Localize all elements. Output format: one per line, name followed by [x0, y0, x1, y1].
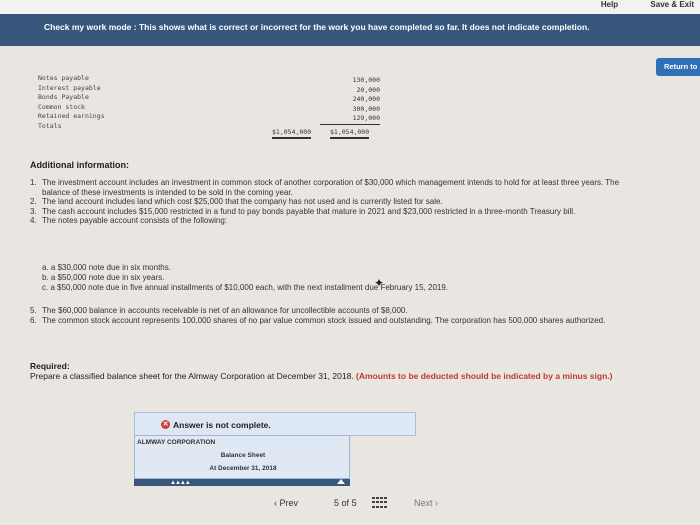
additional-info-title: Additional information: [30, 160, 129, 170]
page-indicator: 5 of 5 [334, 498, 357, 508]
balance-sheet-header: ALMWAY CORPORATION Balance Sheet At Dece… [134, 435, 350, 479]
credit-total: $1,054,000 [330, 128, 370, 139]
amount: 240,000 [352, 95, 380, 103]
grid-icon[interactable] [372, 497, 387, 509]
amount: 130,000 [352, 76, 380, 84]
item-number: 3. [30, 206, 37, 216]
notes-sub-item: a. a $30,000 note due in six months. [42, 263, 171, 272]
banner-text: Check my work mode : This shows what is … [44, 22, 590, 32]
prev-label: Prev [279, 498, 299, 508]
item-text: The land account includes land which cos… [42, 197, 443, 206]
additional-info-list-2: 5. The $60,000 balance in accounts receiv… [28, 306, 648, 325]
account-label: Common stock [38, 102, 85, 111]
item-text: The $60,000 balance in accounts receivab… [42, 306, 408, 315]
info-item: 1. The investment account includes an inv… [28, 178, 648, 197]
required-title: Required: [30, 361, 70, 371]
item-text: The common stock account represents 100,… [42, 315, 606, 325]
item-text: The cash account includes $15,000 restri… [42, 206, 576, 216]
info-item: 3. The cash account includes $15,000 rest… [28, 207, 648, 217]
amount: 129,000 [320, 114, 380, 125]
required-text: Prepare a classified balance sheet for t… [30, 371, 630, 381]
company-name: ALMWAY CORPORATION [137, 439, 216, 446]
answer-status-box: ✕ Answer is not complete. [134, 412, 416, 436]
save-exit-link[interactable]: Save & Exit [650, 0, 694, 9]
return-to-button[interactable]: Return to [656, 58, 700, 76]
required-instruction: Prepare a classified balance sheet for t… [30, 371, 354, 381]
error-x-icon: ✕ [161, 420, 170, 429]
required-note: (Amounts to be deducted should be indica… [356, 371, 613, 381]
credit-column: 130,000 20,000 240,000 300,000 129,000 [320, 76, 380, 125]
account-label: Retained earnings [38, 112, 105, 120]
scroll-up-icon[interactable] [337, 479, 345, 484]
item-text: The investment account includes an inves… [42, 178, 620, 197]
notes-sub-item: c. a $50,000 note due in five annual ins… [42, 283, 449, 292]
notes-sub-item: b. a $50,000 note due in six years. [42, 273, 165, 282]
prev-button[interactable]: ‹ Prev [274, 498, 298, 508]
additional-info-list: 1. The investment account includes an inv… [28, 178, 648, 226]
account-label: Totals [38, 121, 62, 130]
worksheet-scrollbar[interactable] [134, 479, 350, 486]
total-pages: 5 [351, 498, 357, 508]
top-links: Help Save & Exit [571, 0, 694, 9]
info-item: 2. The land account includes land which c… [28, 197, 648, 207]
help-link[interactable]: Help [601, 0, 618, 9]
answer-status-text: Answer is not complete. [173, 420, 271, 430]
item-number: 6. [30, 315, 37, 325]
debit-total: $1,054,000 [272, 128, 312, 139]
check-my-work-banner: Check my work mode : This shows what is … [0, 14, 700, 46]
scroll-grip-icon: ▲▲▲▲ [170, 480, 191, 486]
amount: 20,000 [356, 85, 380, 94]
account-label: Notes payable [38, 74, 89, 82]
account-labels: Notes payable Interest payable Bonds Pay… [38, 74, 105, 131]
item-number: 2. [30, 197, 37, 206]
statement-name: Balance Sheet [220, 452, 266, 459]
item-number: 4. [30, 216, 37, 225]
amount: 300,000 [352, 104, 380, 113]
item-number: 1. [30, 178, 37, 187]
statement-date: At December 31, 2018 [209, 465, 277, 472]
account-label: Interest payable [38, 83, 101, 92]
item-text: The notes payable account consists of th… [42, 216, 227, 225]
info-item: 5. The $60,000 balance in accounts receiv… [28, 306, 648, 316]
mouse-cursor-icon: ✦ [374, 276, 385, 290]
next-button[interactable]: Next › [414, 498, 438, 508]
item-number: 5. [30, 306, 37, 315]
next-label: Next [414, 498, 433, 508]
account-label: Bonds Payable [38, 93, 89, 101]
info-item: 6. The common stock account represents 10… [28, 316, 648, 326]
info-item: 4. The notes payable account consists of … [28, 216, 648, 226]
current-page: 5 [334, 498, 340, 508]
page-of: of [341, 498, 350, 508]
